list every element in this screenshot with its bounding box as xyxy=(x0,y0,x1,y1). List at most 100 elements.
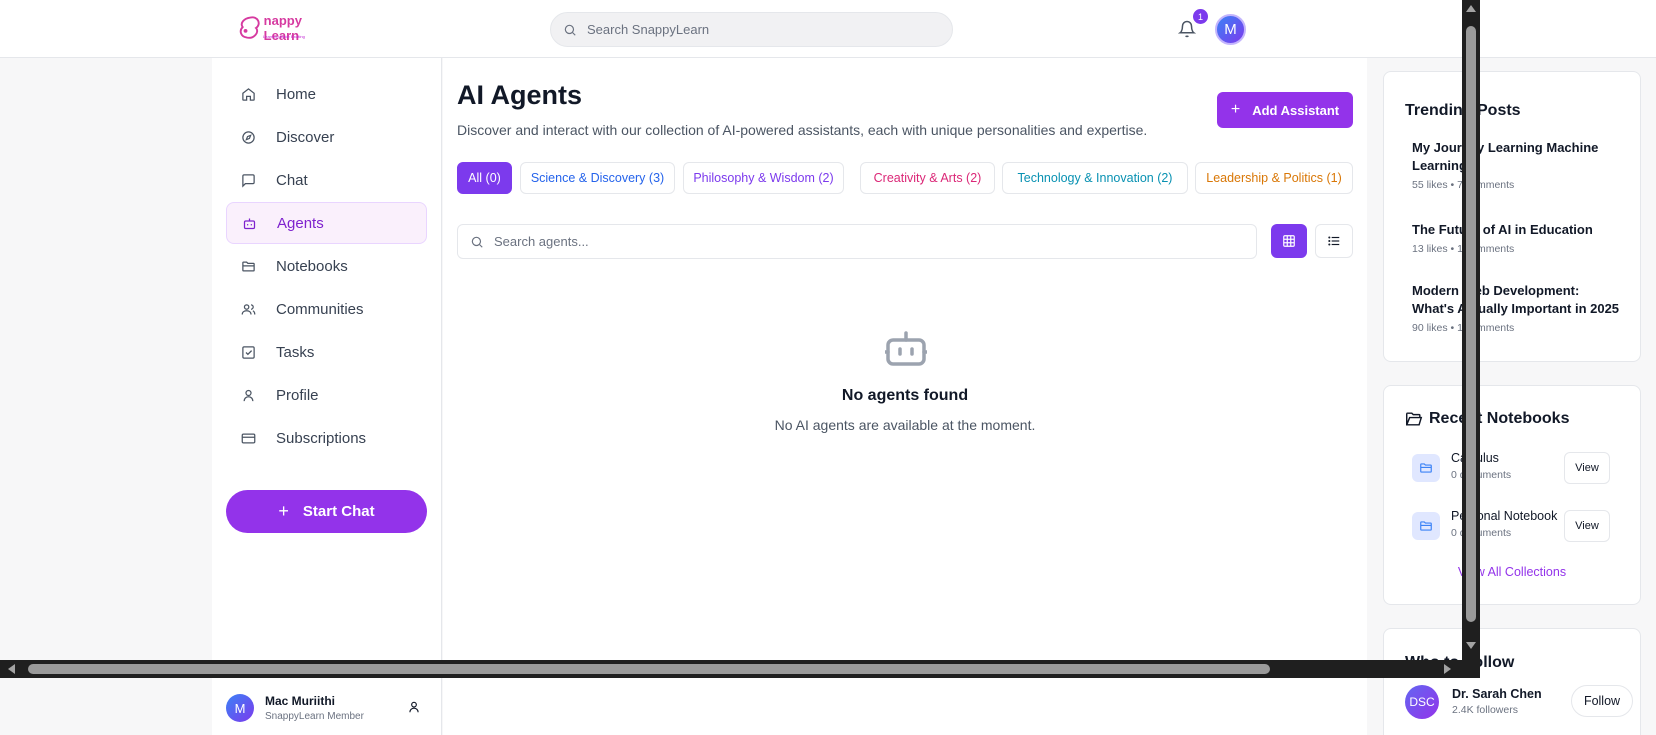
list-icon xyxy=(1328,236,1340,246)
agent-search[interactable] xyxy=(457,224,1257,259)
filter-label: Creativity & Arts (2) xyxy=(873,171,982,185)
add-assistant-label: Add Assistant xyxy=(1252,102,1340,118)
post-title: My Journey Learning Machine Learning xyxy=(1412,140,1599,173)
user-profile-icon[interactable] xyxy=(407,700,421,714)
filter-label: Science & Discovery (3) xyxy=(530,171,665,185)
post-meta: 90 likes • 1 comments xyxy=(1412,322,1515,334)
check-square-icon xyxy=(242,345,255,359)
scroll-right-arrow-icon[interactable] xyxy=(1441,663,1453,675)
sidebar-item-subscriptions[interactable]: Subscriptions xyxy=(226,417,427,459)
horizontal-scroll-thumb[interactable] xyxy=(28,664,1270,674)
sidebar-item-label: Profile xyxy=(276,386,319,404)
compass-icon xyxy=(242,130,255,144)
sidebar-item-notebooks[interactable]: Notebooks xyxy=(226,245,427,287)
grid-view-button[interactable] xyxy=(1271,224,1307,258)
home-icon xyxy=(242,87,255,101)
folder-icon xyxy=(1412,512,1440,540)
filter-philosophy-wisdom[interactable]: Philosophy & Wisdom (2) xyxy=(683,162,844,194)
sidebar-item-label: Subscriptions xyxy=(276,429,367,447)
filter-leadership-politics[interactable]: Leadership & Politics (1) xyxy=(1195,162,1353,194)
view-notebook-button[interactable]: View xyxy=(1564,510,1610,542)
message-icon xyxy=(242,173,255,188)
list-item[interactable]: My Journey Learning Machine Learning 55 … xyxy=(1412,139,1622,191)
list-item[interactable]: Calculus 0 documents View xyxy=(1412,450,1618,486)
current-user[interactable]: M Mac Muriithi SnappyLearn Member xyxy=(226,688,427,728)
page-title: AI Agents xyxy=(457,80,583,110)
post-title: Modern Web Development: What's Actually … xyxy=(1412,283,1620,316)
user-role: SnappyLearn Member xyxy=(265,711,364,722)
sidebar-item-discover[interactable]: Discover xyxy=(226,116,427,158)
sidebar-item-label: Discover xyxy=(276,128,335,146)
folder-open-icon xyxy=(1406,412,1423,426)
person-followers: 2.4K followers xyxy=(1452,704,1518,716)
sidebar-item-profile[interactable]: Profile xyxy=(226,374,427,416)
post-title: The Future of AI in Education xyxy=(1412,222,1593,237)
person-name: Dr. Sarah Chen xyxy=(1452,687,1542,701)
bot-icon xyxy=(885,331,927,366)
page-description: Discover and interact with our collectio… xyxy=(457,122,1148,138)
sidebar-item-agents[interactable]: Agents xyxy=(226,202,427,244)
squirrel-logo-icon xyxy=(239,16,260,39)
plus-icon: + xyxy=(278,501,289,521)
grid-icon xyxy=(1283,235,1295,247)
bell-icon[interactable] xyxy=(1178,20,1196,38)
avatar[interactable]: M xyxy=(1215,14,1246,45)
sidebar-item-label: Agents xyxy=(277,214,324,232)
global-search-input[interactable] xyxy=(587,22,907,37)
start-chat-button[interactable]: + Start Chat xyxy=(226,490,427,533)
left-gutter xyxy=(0,58,212,735)
sidebar-item-label: Notebooks xyxy=(276,257,348,275)
sidebar-item-tasks[interactable]: Tasks xyxy=(226,331,427,373)
filter-creativity-arts[interactable]: Creativity & Arts (2) xyxy=(860,162,995,194)
logo[interactable]: nappy Learn Learning Made Exciting xyxy=(237,13,337,43)
avatar: M xyxy=(226,694,254,722)
horizontal-scrollbar[interactable] xyxy=(0,660,1480,678)
filter-technology-innovation[interactable]: Technology & Innovation (2) xyxy=(1002,162,1188,194)
vertical-scroll-thumb[interactable] xyxy=(1466,26,1476,622)
follow-button[interactable]: Follow xyxy=(1571,685,1633,717)
scroll-up-arrow-icon[interactable] xyxy=(1465,3,1477,15)
filter-label: Technology & Innovation (2) xyxy=(1017,171,1173,185)
view-all-collections-link[interactable]: View All Collections xyxy=(1384,565,1640,579)
sidebar-item-communities[interactable]: Communities xyxy=(226,288,427,330)
credit-card-icon xyxy=(241,433,256,443)
main-content: AI Agents Discover and interact with our… xyxy=(443,58,1367,735)
search-icon xyxy=(564,24,576,36)
filter-science-discovery[interactable]: Science & Discovery (3) xyxy=(520,162,675,194)
scroll-down-arrow-icon[interactable] xyxy=(1465,639,1477,651)
user-icon xyxy=(243,389,254,401)
avatar: DSC xyxy=(1405,685,1439,719)
logo-tagline: Learning Made Exciting xyxy=(263,34,305,39)
list-item[interactable]: Personal Notebook 0 documents View xyxy=(1412,508,1618,544)
bot-icon xyxy=(243,218,256,229)
vertical-scrollbar[interactable] xyxy=(1462,0,1480,660)
global-search[interactable] xyxy=(550,12,953,47)
list-view-button[interactable] xyxy=(1315,224,1353,258)
agent-search-input[interactable] xyxy=(494,234,1194,249)
list-item[interactable]: The Future of AI in Education 13 likes •… xyxy=(1412,221,1622,255)
right-sidebar: Trending Posts My Journey Learning Machi… xyxy=(1368,58,1656,735)
trending-posts-card: Trending Posts My Journey Learning Machi… xyxy=(1383,71,1641,362)
start-chat-label: Start Chat xyxy=(302,503,375,520)
plus-icon: + xyxy=(1230,101,1241,118)
scroll-left-arrow-icon[interactable] xyxy=(6,663,18,675)
users-icon xyxy=(241,303,256,315)
search-icon xyxy=(471,236,483,248)
filter-all[interactable]: All (0) xyxy=(457,162,512,194)
view-notebook-button[interactable]: View xyxy=(1564,452,1610,484)
recent-notebooks-header: Recent Notebooks xyxy=(1405,410,1569,428)
sidebar: Home Discover Chat Agents Notebooks Comm… xyxy=(212,58,442,735)
sidebar-item-chat[interactable]: Chat xyxy=(226,159,427,201)
recent-notebooks-title: Recent Notebooks xyxy=(1429,410,1570,427)
sidebar-item-label: Communities xyxy=(276,300,364,318)
list-item: DSC Dr. Sarah Chen 2.4K followers Follow xyxy=(1405,685,1633,719)
sidebar-item-label: Tasks xyxy=(276,343,315,361)
sidebar-item-label: Chat xyxy=(276,171,308,189)
sidebar-item-home[interactable]: Home xyxy=(226,73,427,115)
empty-state-title: No agents found xyxy=(841,387,969,404)
add-assistant-button[interactable]: + Add Assistant xyxy=(1217,92,1353,128)
top-bar: nappy Learn Learning Made Exciting 1 M xyxy=(0,0,1656,58)
notebook-count: 0 documents xyxy=(1451,469,1512,481)
list-item[interactable]: Modern Web Development: What's Actually … xyxy=(1412,282,1622,334)
recent-notebooks-card: Recent Notebooks Calculus 0 documents Vi… xyxy=(1383,385,1641,605)
